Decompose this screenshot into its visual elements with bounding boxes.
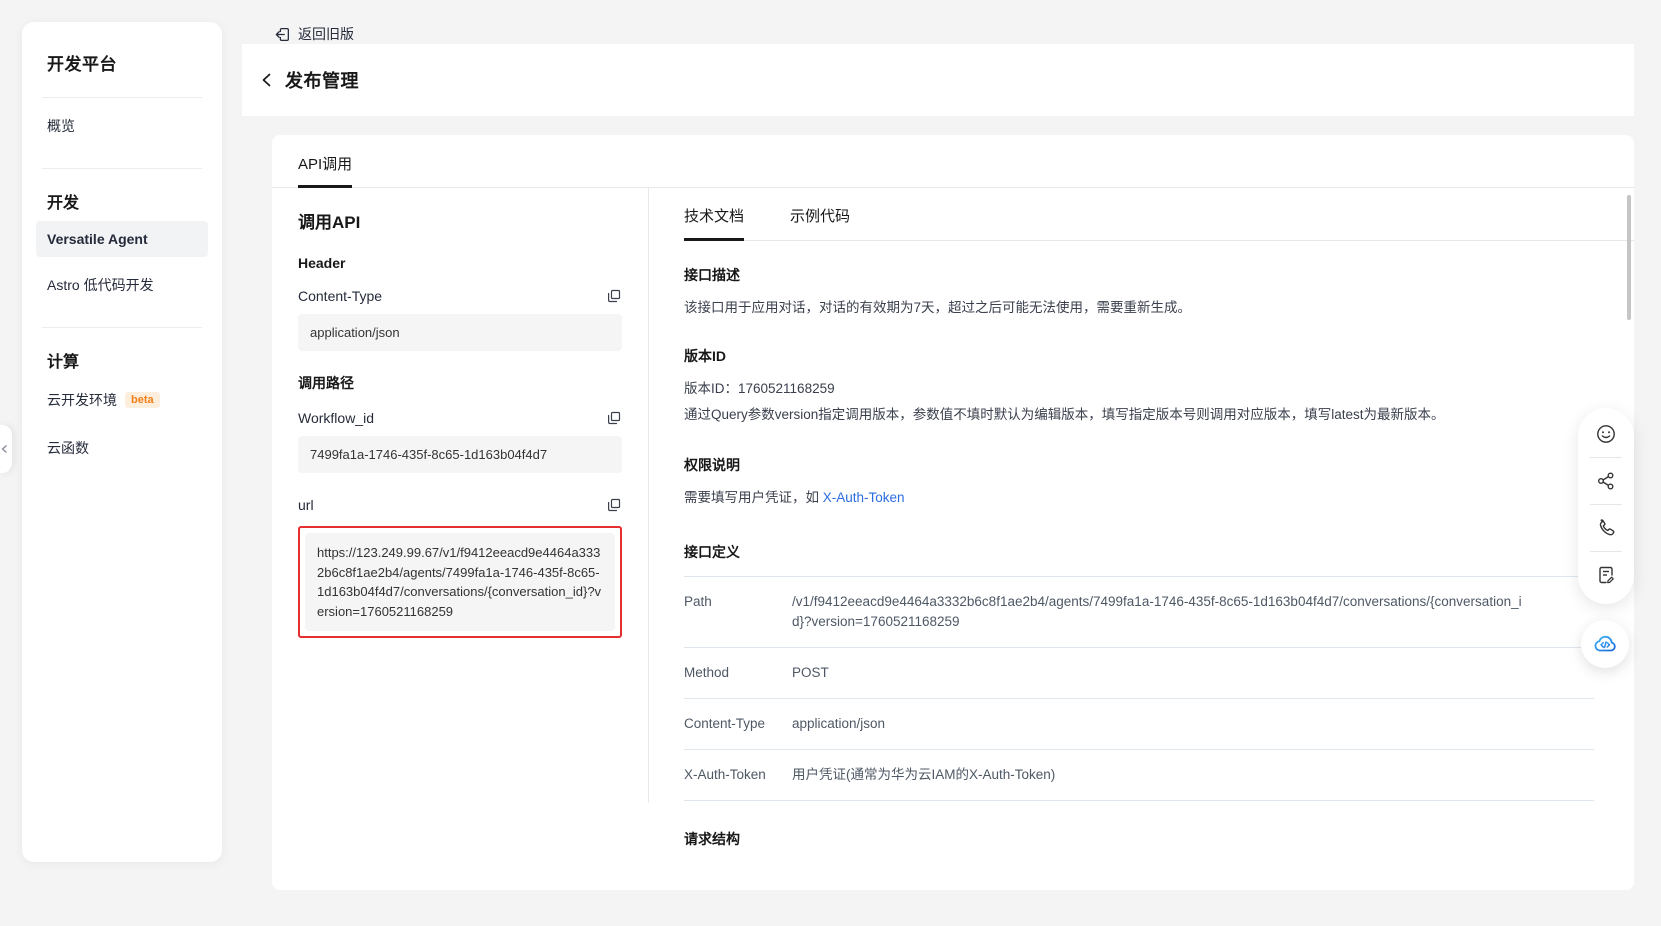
document-edit-icon (1595, 564, 1617, 586)
workflow-id-label: Workflow_id (298, 410, 374, 426)
back-to-old-version-link[interactable]: 返回旧版 (274, 24, 354, 44)
table-row: Method POST (684, 648, 1594, 699)
row-value: POST (792, 663, 829, 683)
content-type-value-box: application/json (298, 314, 622, 351)
divider (42, 327, 202, 328)
tab-tech-doc[interactable]: 技术文档 (684, 205, 744, 240)
url-highlight-box: https://123.249.99.67/v1/f9412eeacd9e446… (298, 526, 622, 638)
copy-icon (606, 497, 622, 513)
return-icon (274, 26, 291, 43)
card-tab-bar: API调用 (272, 135, 1634, 188)
share-icon (1595, 470, 1617, 492)
header-group-title: Header (298, 255, 622, 271)
row-value: application/json (792, 714, 885, 734)
chevron-left-icon (0, 444, 10, 454)
version-id-heading: 版本ID (684, 346, 1594, 366)
content-type-field-row: Content-Type (298, 288, 622, 304)
row-value: 用户凭证(通常为华为云IAM的X-Auth-Token) (792, 765, 1055, 785)
version-id-note: 通过Query参数version指定调用版本，参数值不填时默认为编辑版本，填写指… (684, 405, 1594, 425)
feedback-button[interactable] (1584, 414, 1628, 454)
url-label: url (298, 497, 314, 513)
sidebar-item-label: 概览 (47, 116, 75, 136)
table-row: Path /v1/f9412eeacd9e4464a3332b6c8f1ae2b… (684, 577, 1594, 648)
tab-api-call[interactable]: API调用 (298, 153, 352, 187)
sidebar-item-cloud-dev-env[interactable]: 云开发环境 beta (36, 380, 208, 420)
sidebar-collapse-handle[interactable] (0, 425, 12, 473)
definition-heading: 接口定义 (684, 542, 1594, 562)
sidebar-item-overview[interactable]: 概览 (36, 106, 208, 146)
row-label: Path (684, 592, 792, 632)
sidebar-item-astro[interactable]: Astro 低代码开发 (36, 265, 208, 305)
content-type-label: Content-Type (298, 288, 382, 304)
divider (1590, 551, 1622, 552)
copy-icon (606, 288, 622, 304)
copy-button[interactable] (606, 288, 622, 304)
sidebar-title: 开发平台 (36, 50, 208, 75)
back-chevron-icon[interactable] (259, 72, 275, 88)
row-label: X-Auth-Token (684, 765, 792, 785)
sidebar-item-label: Astro 低代码开发 (47, 275, 154, 295)
divider (42, 168, 202, 169)
beta-badge: beta (125, 392, 160, 408)
url-value-box: https://123.249.99.67/v1/f9412eeacd9e446… (305, 533, 615, 631)
row-value: /v1/f9412eeacd9e4464a3332b6c8f1ae2b4/age… (792, 592, 1532, 632)
tab-sample-code[interactable]: 示例代码 (790, 205, 850, 240)
page-header: 发布管理 (242, 44, 1634, 116)
invoke-api-panel: 调用API Header Content-Type application/js… (272, 188, 648, 889)
page-title: 发布管理 (285, 67, 359, 93)
table-row: Content-Type application/json (684, 699, 1594, 750)
sidebar-item-versatile-agent[interactable]: Versatile Agent (36, 221, 208, 257)
row-label: Content-Type (684, 714, 792, 734)
permission-heading: 权限说明 (684, 455, 1594, 475)
sidebar: 开发平台 概览 开发 Versatile Agent Astro 低代码开发 计… (22, 22, 222, 862)
interface-desc-body: 该接口用于应用对话，对话的有效期为7天，超过之后可能无法使用，需要重新生成。 (684, 298, 1594, 318)
cloud-code-icon (1591, 630, 1619, 658)
copy-icon (606, 410, 622, 426)
divider (1590, 504, 1622, 505)
doc-panel: 技术文档 示例代码 接口描述 该接口用于应用对话，对话的有效期为7天，超过之后可… (648, 188, 1634, 889)
sidebar-item-label: 云函数 (47, 438, 89, 458)
divider (42, 97, 202, 98)
copy-button[interactable] (606, 410, 622, 426)
back-to-old-version-label: 返回旧版 (298, 24, 354, 44)
column-divider (648, 188, 649, 803)
phone-icon (1595, 517, 1617, 539)
request-structure-heading: 请求结构 (684, 829, 1594, 849)
definition-table: Path /v1/f9412eeacd9e4464a3332b6c8f1ae2b… (684, 576, 1594, 801)
copy-button[interactable] (606, 497, 622, 513)
workflow-id-field-row: Workflow_id (298, 410, 622, 426)
share-button[interactable] (1584, 461, 1628, 501)
path-group-title: 调用路径 (298, 373, 622, 393)
x-auth-token-link[interactable]: X-Auth-Token (823, 490, 905, 505)
survey-button[interactable] (1584, 555, 1628, 595)
sidebar-item-label: Versatile Agent (47, 231, 148, 247)
contact-button[interactable] (1584, 508, 1628, 548)
sidebar-item-label: 云开发环境 (47, 390, 117, 410)
url-field-row: url (298, 497, 622, 513)
scrollbar-thumb[interactable] (1627, 195, 1631, 320)
version-id-line: 版本ID：1760521168259 (684, 379, 1594, 399)
divider (1590, 457, 1622, 458)
permission-text: 需要填写用户凭证，如 (684, 490, 823, 505)
interface-desc-heading: 接口描述 (684, 265, 1594, 285)
doc-tab-bar: 技术文档 示例代码 (684, 205, 1634, 241)
sidebar-section-dev: 开发 (36, 189, 208, 213)
card-body: 调用API Header Content-Type application/js… (272, 188, 1634, 889)
sidebar-item-cloud-function[interactable]: 云函数 (36, 428, 208, 468)
row-label: Method (684, 663, 792, 683)
smiley-icon (1595, 423, 1617, 445)
cloud-ide-button[interactable] (1581, 620, 1629, 668)
workflow-id-value-box: 7499fa1a-1746-435f-8c65-1d163b04f4d7 (298, 436, 622, 473)
permission-body: 需要填写用户凭证，如 X-Auth-Token (684, 488, 1594, 508)
table-row: X-Auth-Token 用户凭证(通常为华为云IAM的X-Auth-Token… (684, 750, 1594, 801)
invoke-api-title: 调用API (298, 208, 622, 233)
content-area: 返回旧版 发布管理 API调用 调用API Header Content-Typ… (242, 0, 1634, 926)
sidebar-section-compute: 计算 (36, 348, 208, 372)
main-card: API调用 调用API Header Content-Type app (272, 135, 1634, 890)
floating-toolbar (1578, 408, 1634, 604)
